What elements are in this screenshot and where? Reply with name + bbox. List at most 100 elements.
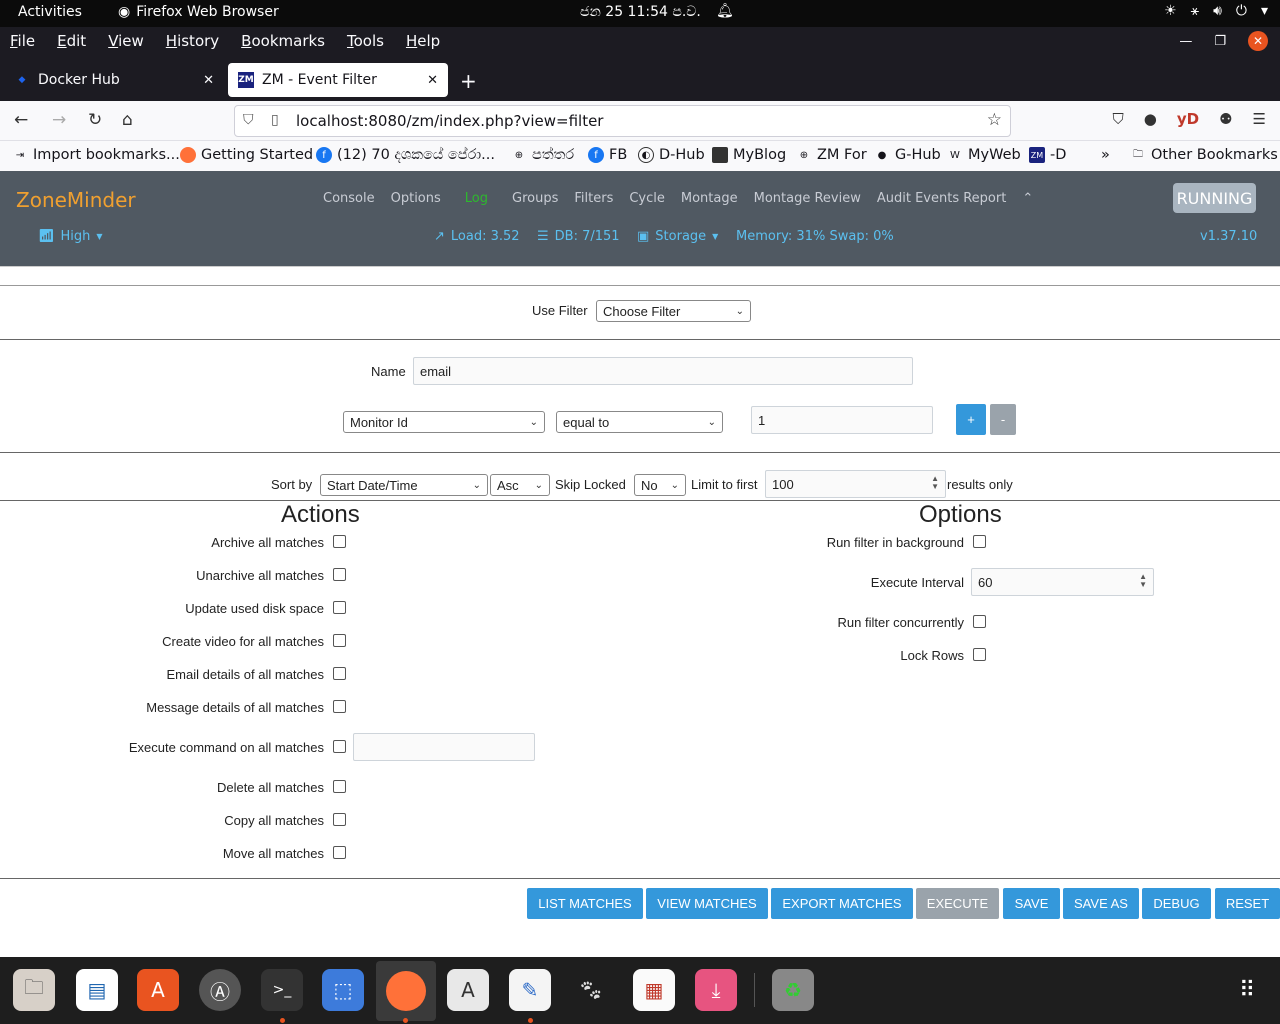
zm-menu-console[interactable]: Console [323,191,375,206]
execute-command-checkbox[interactable] [333,740,346,753]
term-value-input[interactable]: 1 [751,406,933,434]
files-icon[interactable]: 🗀︎ [13,969,55,1011]
debug-button[interactable]: DEBUG [1142,888,1211,919]
zm-menu-cycle[interactable]: Cycle [629,191,665,206]
menu-history[interactable]: History [166,32,219,50]
save-as-button[interactable]: SAVE AS [1063,888,1139,919]
bookmark-dhub[interactable]: ◐ D-Hub [638,147,705,163]
email-details-checkbox[interactable] [333,667,346,680]
tab-docker-hub[interactable]: ◆ Docker Hub ✕ [4,63,224,97]
zm-status-button[interactable]: RUNNING [1173,183,1256,213]
sort-field-select[interactable]: Start Date/Time ⌄ [320,474,488,496]
bookmarks-overflow-icon[interactable]: » [1101,147,1110,163]
limit-input[interactable]: 100 ▲ ▼ [765,470,946,498]
chevron-up-icon[interactable]: ⌃ [1022,191,1033,206]
skip-locked-select[interactable]: No ⌄ [634,474,686,496]
forward-icon[interactable]: → [52,110,66,130]
software-center-icon[interactable]: A [137,969,179,1011]
system-tray[interactable]: ☀ ⚹ 🔊︎ ⏻ ▾ [1164,3,1268,19]
menu-bookmarks[interactable]: Bookmarks [241,32,325,50]
zm-menu-options[interactable]: Options [391,191,441,206]
app-menu[interactable]: ◉ Firefox Web Browser [118,4,279,20]
url-bar[interactable]: ⛉ ▯ localhost:8080/zm/index.php?view=fil… [234,105,1011,137]
zm-logo[interactable]: ZoneMinder [16,188,136,212]
create-video-checkbox[interactable] [333,634,346,647]
storage-dropdown[interactable]: ▣ Storage ▼ [637,229,718,244]
maximize-icon[interactable]: ❐ [1214,34,1226,49]
execute-button[interactable]: EXECUTE [916,888,999,919]
zm-menu-groups[interactable]: Groups [512,191,558,206]
extensions-icon[interactable]: ⚉ [1219,110,1232,128]
firefox-dock-icon[interactable] [376,961,436,1021]
use-filter-select[interactable]: Choose Filter ⌄ [596,300,751,322]
page-info-icon[interactable]: ▯ [271,112,279,128]
software-updater-icon[interactable]: Ⓐ [199,969,241,1011]
text-editor-icon[interactable]: ✎ [509,969,551,1011]
gimp-icon[interactable]: 🐾︎ [570,969,612,1011]
bookmark-facebook-post[interactable]: f (12) 70 දශකයේ පේරා... [316,147,495,163]
bookmark-getting-started[interactable]: Getting Started [180,147,313,163]
bookmark-myblog[interactable]: MyBlog [712,147,786,163]
bookmark-zm-d[interactable]: ZM -D [1029,147,1066,163]
back-icon[interactable]: ← [14,110,28,130]
view-matches-button[interactable]: VIEW MATCHES [646,888,768,919]
pocket-icon[interactable]: ⛉ [1113,110,1124,128]
list-matches-button[interactable]: LIST MATCHES [527,888,643,919]
close-tab-icon[interactable]: ✕ [427,73,438,88]
execute-interval-input[interactable]: 60 ▲ ▼ [971,568,1154,596]
delete-checkbox[interactable] [333,780,346,793]
document-viewer-icon[interactable]: ▦ [633,969,675,1011]
spinner-icon[interactable]: ▲ ▼ [1139,573,1147,589]
lock-rows-checkbox[interactable] [973,648,986,661]
app-grid-icon[interactable]: ⠿ [1226,969,1268,1011]
profile-badge[interactable]: yD [1177,110,1199,128]
close-tab-icon[interactable]: ✕ [203,73,214,88]
bandwidth-dropdown[interactable]: 📶︎ High ▼ [38,229,103,244]
remove-term-button[interactable]: - [990,404,1016,435]
menu-file[interactable]: File [10,32,35,50]
shield-icon[interactable]: ⛉ [243,112,254,128]
trash-icon[interactable]: ♻ [772,969,814,1011]
move-checkbox[interactable] [333,846,346,859]
zm-version[interactable]: v1.37.10 [1200,229,1257,244]
menu-help[interactable]: Help [406,32,440,50]
minimize-icon[interactable]: — [1179,34,1192,49]
bookmark-zmfor[interactable]: ⊕ ZM For [796,147,867,163]
bookmark-other[interactable]: 🗀︎ Other Bookmarks [1130,147,1278,163]
hamburger-menu-icon[interactable]: ☰ [1253,110,1266,128]
star-icon[interactable]: ☆ [987,110,1002,130]
sort-direction-select[interactable]: Asc ⌄ [490,474,550,496]
terminal-icon[interactable]: >_ [261,969,303,1011]
add-term-button[interactable]: + [956,404,986,435]
save-button[interactable]: SAVE [1003,888,1060,919]
avatar[interactable]: ● [1144,110,1157,128]
term-attribute-select[interactable]: Monitor Id ⌄ [343,411,545,433]
zm-menu-log[interactable]: Log [465,191,488,206]
archive-checkbox[interactable] [333,535,346,548]
installer-icon[interactable]: ⤓ [695,969,737,1011]
bookmark-myweb[interactable]: W MyWeb [947,147,1021,163]
close-window-icon[interactable]: ✕ [1248,31,1268,51]
bookmark-ghub[interactable]: ● G-Hub [874,147,941,163]
url-text[interactable]: localhost:8080/zm/index.php?view=filter [296,112,603,130]
reset-button[interactable]: RESET [1215,888,1280,919]
writer-icon[interactable]: ▤ [76,969,118,1011]
menu-tools[interactable]: Tools [347,32,384,50]
copy-checkbox[interactable] [333,813,346,826]
run-background-checkbox[interactable] [973,535,986,548]
spinner-icon[interactable]: ▲ ▼ [931,475,939,491]
zm-menu-montage[interactable]: Montage [681,191,738,206]
zm-menu-filters[interactable]: Filters [574,191,613,206]
screenshot-icon[interactable]: ⬚ [322,969,364,1011]
bookmark-paththara[interactable]: ⊕ පත්තර [511,147,574,163]
menu-edit[interactable]: Edit [57,32,86,50]
zm-menu-audit-events[interactable]: Audit Events Report [877,191,1006,206]
run-concurrently-checkbox[interactable] [973,615,986,628]
clock[interactable]: ජන 25 11:54 ප.ව. [580,4,701,20]
term-operator-select[interactable]: equal to ⌄ [556,411,723,433]
execute-command-input[interactable] [353,733,535,761]
dictionary-icon[interactable]: A [447,969,489,1011]
export-matches-button[interactable]: EXPORT MATCHES [771,888,913,919]
tab-zm-event-filter[interactable]: ZM ZM - Event Filter ✕ [228,63,448,97]
reload-icon[interactable]: ↻ [88,110,102,130]
